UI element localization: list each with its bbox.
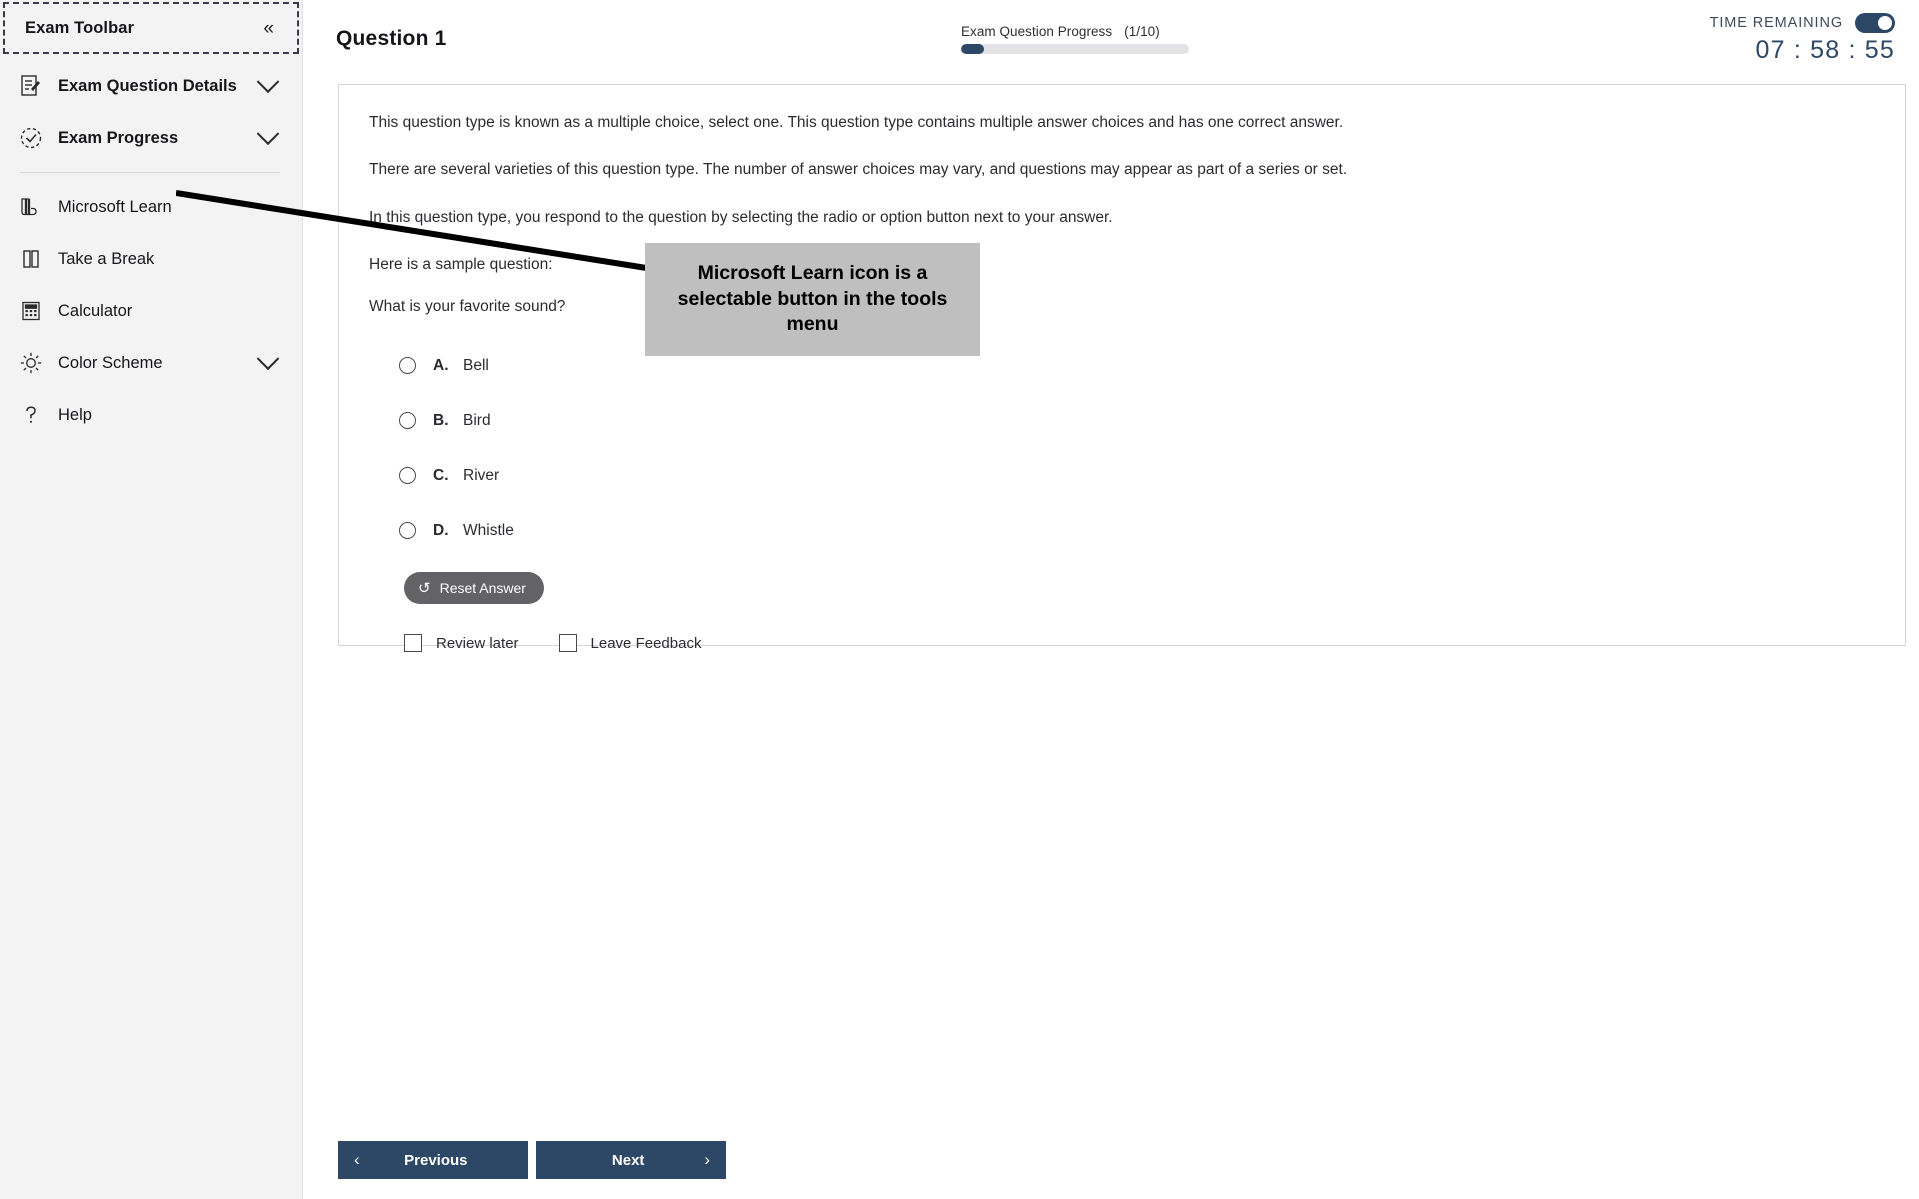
option-text: Bird (463, 411, 491, 429)
option-letter: C. (433, 466, 449, 484)
exam-toolbar-sidebar: Exam Toolbar « Exam Question Details Exa… (0, 0, 303, 1199)
exam-topbar: Question 1 Exam Question Progress (1/10) … (304, 0, 1919, 84)
time-remaining-block: TIME REMAINING 07 : 58 : 55 (1710, 13, 1895, 65)
chevron-down-icon[interactable] (256, 122, 280, 146)
chevron-right-icon: › (704, 1150, 710, 1169)
sun-icon (14, 349, 48, 377)
sidebar-item-label: Take a Break (58, 249, 155, 268)
sidebar-item-label: Exam Question Details (58, 76, 237, 95)
time-remaining-toggle[interactable] (1855, 13, 1895, 33)
sidebar-item-label: Microsoft Learn (58, 197, 172, 216)
progress-label: Exam Question Progress (961, 24, 1113, 39)
sidebar-item-exam-progress[interactable]: Exam Progress (0, 112, 302, 164)
answer-option-b[interactable]: B. Bird (399, 393, 1875, 448)
review-later-label: Review later (436, 634, 519, 652)
question-flags: Review later Leave Feedback (404, 634, 1875, 652)
page-title: Question 1 (336, 27, 447, 50)
document-edit-icon (14, 72, 48, 100)
reset-answer-button[interactable]: ↺ Reset Answer (404, 572, 544, 604)
sidebar-item-label: Help (58, 405, 92, 424)
question-paragraph: In this question type, you respond to th… (369, 208, 1113, 226)
option-letter: D. (433, 521, 449, 539)
toggle-knob (1878, 16, 1892, 30)
question-paragraph: Here is a sample question: (369, 255, 553, 273)
answer-options: A. Bell B. Bird C. River D. Whistle (399, 338, 1875, 558)
progress-fill (961, 44, 984, 54)
time-remaining-label: TIME REMAINING (1709, 15, 1843, 31)
review-later-checkbox[interactable]: Review later (404, 634, 519, 652)
leave-feedback-label: Leave Feedback (590, 634, 702, 652)
progress-track (961, 44, 1189, 54)
sidebar-divider (20, 172, 280, 173)
option-letter: A. (433, 356, 449, 374)
option-letter: B. (433, 411, 449, 429)
answer-option-c[interactable]: C. River (399, 448, 1875, 503)
exam-question-progress: Exam Question Progress (1/10) (961, 24, 1191, 54)
chevron-double-left-icon[interactable]: « (263, 19, 274, 38)
question-card: This question type is known as a multipl… (338, 84, 1906, 652)
sidebar-item-exam-question-details[interactable]: Exam Question Details (0, 60, 302, 112)
previous-label: Previous (404, 1151, 468, 1169)
sidebar-header: Exam Toolbar « (3, 2, 299, 54)
radio-button[interactable] (399, 412, 416, 429)
books-icon (14, 193, 48, 221)
sidebar-item-take-a-break[interactable]: Take a Break (0, 233, 302, 285)
reset-answer-label: Reset Answer (439, 580, 526, 596)
progress-caption: Exam Question Progress (1/10) (961, 24, 1191, 39)
sidebar-item-label: Color Scheme (58, 353, 163, 372)
answer-option-d[interactable]: D. Whistle (399, 503, 1875, 558)
next-label: Next (611, 1151, 645, 1169)
annotation-callout: Microsoft Learn icon is a selectable but… (645, 243, 980, 356)
question-mark-icon (14, 401, 48, 429)
radio-button[interactable] (399, 357, 416, 374)
sidebar-item-calculator[interactable]: Calculator (0, 285, 302, 337)
calculator-icon (14, 297, 48, 325)
radio-button[interactable] (399, 522, 416, 539)
option-text: Bell (463, 356, 489, 374)
question-prompt: What is your favorite sound? (369, 298, 566, 315)
time-remaining-value: 07 : 58 : 55 (1755, 36, 1895, 64)
question-paragraph: There are several varieties of this ques… (369, 161, 1348, 179)
leave-feedback-checkbox[interactable]: Leave Feedback (558, 634, 702, 652)
sidebar-item-label: Exam Progress (58, 128, 179, 147)
progress-check-icon (14, 124, 48, 152)
sidebar-nav-list: Exam Question Details Exam Progress Micr… (0, 60, 302, 441)
pause-icon (14, 245, 48, 273)
sidebar-title: Exam Toolbar (25, 18, 135, 37)
checkbox-box[interactable] (404, 634, 422, 652)
next-button[interactable]: Next › (536, 1141, 726, 1179)
sidebar-item-label: Calculator (58, 301, 133, 320)
question-paragraph: This question type is known as a multipl… (369, 114, 1344, 131)
option-text: Whistle (463, 521, 514, 539)
radio-button[interactable] (399, 467, 416, 484)
exam-app: Exam Toolbar « Exam Question Details Exa… (0, 0, 1919, 1199)
checkbox-box[interactable] (558, 634, 577, 652)
undo-icon: ↺ (418, 579, 431, 597)
sidebar-item-help[interactable]: Help (0, 389, 302, 441)
previous-button[interactable]: ‹ Previous (338, 1141, 528, 1179)
progress-count: (1/10) (1124, 24, 1160, 39)
sidebar-item-color-scheme[interactable]: Color Scheme (0, 337, 302, 389)
chevron-down-icon[interactable] (256, 347, 280, 371)
chevron-down-icon[interactable] (256, 70, 280, 94)
annotation-text: Microsoft Learn icon is a selectable but… (677, 261, 948, 336)
option-text: River (463, 466, 500, 484)
answer-option-a[interactable]: A. Bell (399, 338, 1875, 393)
question-navigation: ‹ Previous Next › (338, 1141, 726, 1179)
sidebar-item-microsoft-learn[interactable]: Microsoft Learn (0, 181, 302, 233)
